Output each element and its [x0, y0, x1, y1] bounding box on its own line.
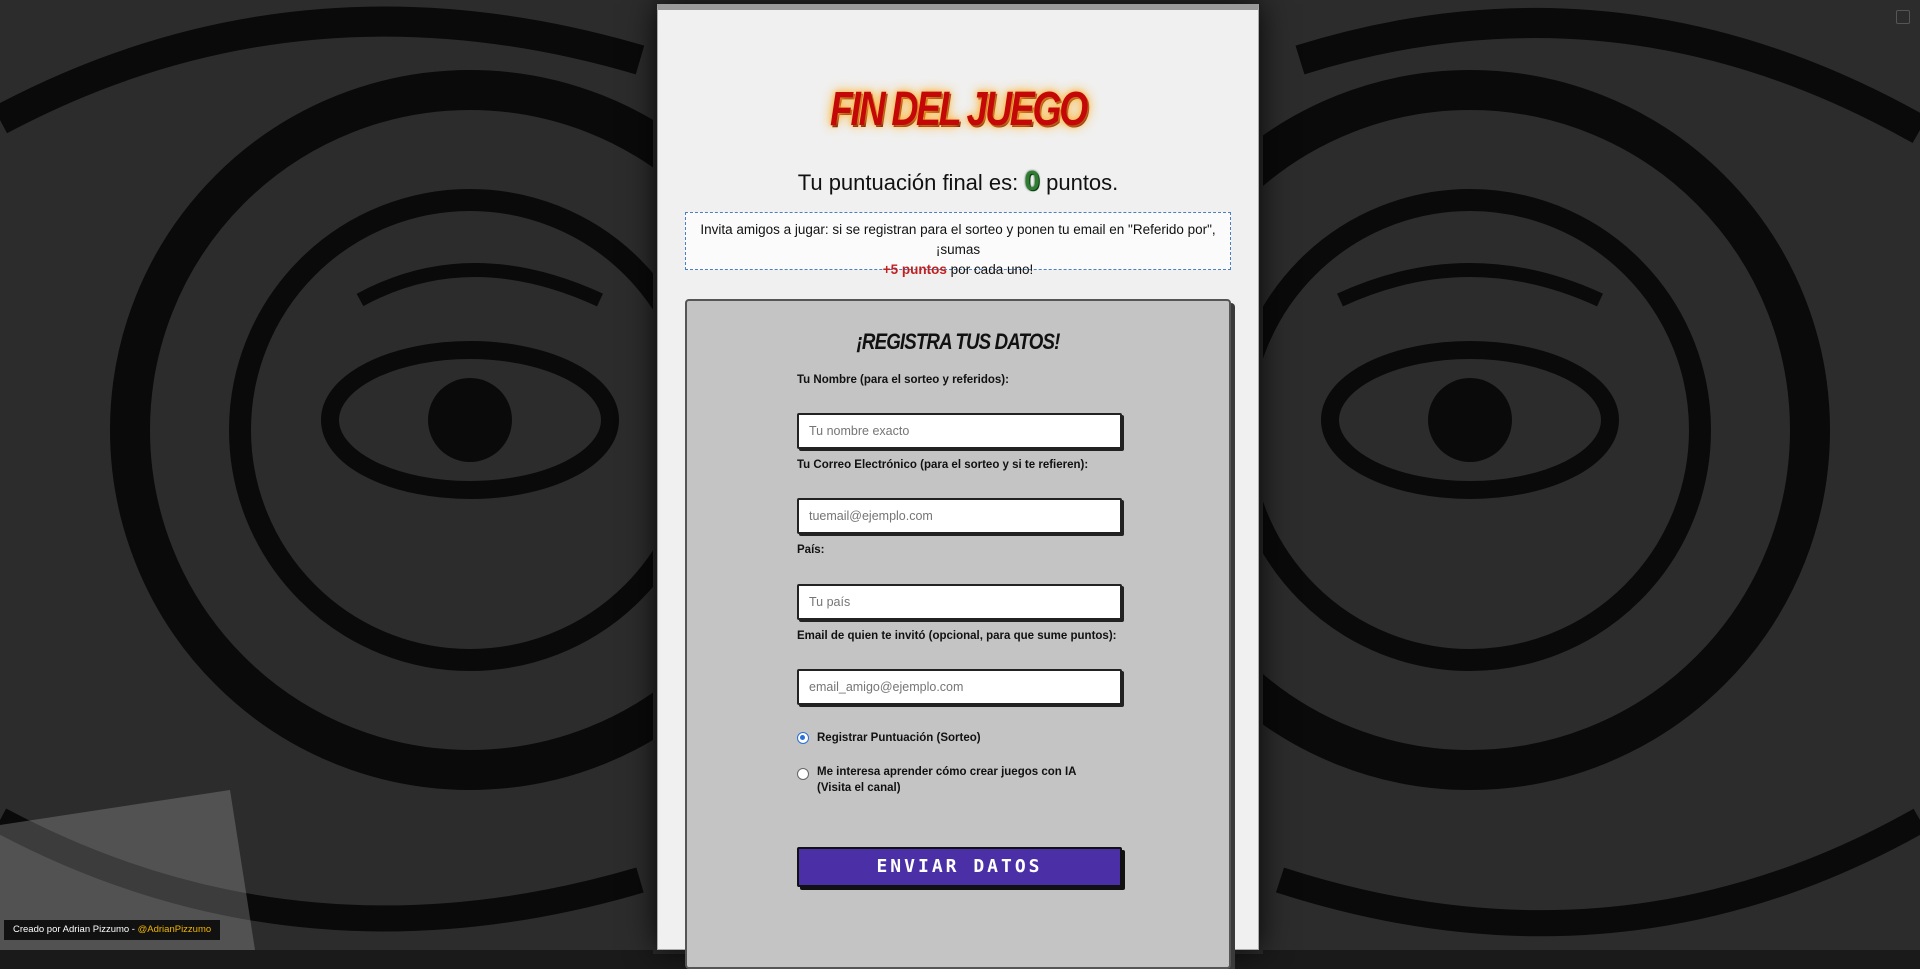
name-label: Tu Nombre (para el sorteo y referidos):: [797, 374, 1009, 386]
email-label: Tu Correo Electrónico (para el sorteo y …: [797, 459, 1089, 471]
referrer-email-input[interactable]: [797, 669, 1122, 705]
country-label: País:: [797, 544, 825, 556]
option-learn-ai-games-label: Me interesa aprender cómo crear juegos c…: [817, 766, 1077, 794]
game-over-title: FIN DEL JUEGO: [830, 83, 1088, 136]
game-over-panel: FIN DEL JUEGO Tu puntuación final es: 0 …: [657, 4, 1259, 969]
email-input[interactable]: [797, 498, 1122, 534]
invite-text: Invita amigos a jugar: si se registran p…: [700, 222, 1216, 257]
option-register-score-label: Registrar Puntuación (Sorteo): [817, 732, 981, 744]
final-score-text: Tu puntuación final es: 0 puntos.: [658, 165, 1258, 197]
country-input[interactable]: [797, 584, 1122, 620]
score-prefix: Tu puntuación final es:: [797, 170, 1019, 195]
credit-text: Creado por Adrian Pizzumo -: [13, 924, 138, 935]
score-suffix: puntos.: [1046, 170, 1119, 195]
window-corner-icon: [1896, 10, 1910, 24]
score-value: 0: [1024, 165, 1040, 196]
name-input[interactable]: [797, 413, 1122, 449]
option-register-score[interactable]: Registrar Puntuación (Sorteo): [797, 732, 1107, 744]
credit-handle-link[interactable]: @AdrianPizzumo: [138, 924, 212, 935]
author-credit: Creado por Adrian Pizzumo - @AdrianPizzu…: [4, 920, 221, 940]
registration-form: ¡REGISTRA TUS DATOS! Tu Nombre (para el …: [685, 299, 1231, 969]
invite-text-end: por cada uno!: [950, 262, 1034, 277]
form-title: ¡REGISTRA TUS DATOS!: [856, 329, 1061, 354]
radio-register-score[interactable]: [797, 732, 809, 744]
invite-friends-notice: Invita amigos a jugar: si se registran p…: [685, 212, 1231, 277]
option-learn-ai-games[interactable]: Me interesa aprender cómo crear juegos c…: [797, 764, 1107, 796]
referrer-email-label: Email de quien te invitó (opcional, para…: [797, 630, 1117, 642]
submit-button[interactable]: ENVIAR DATOS: [797, 847, 1122, 887]
radio-learn-ai-games[interactable]: [797, 768, 809, 780]
invite-bonus: +5 puntos: [882, 262, 947, 277]
